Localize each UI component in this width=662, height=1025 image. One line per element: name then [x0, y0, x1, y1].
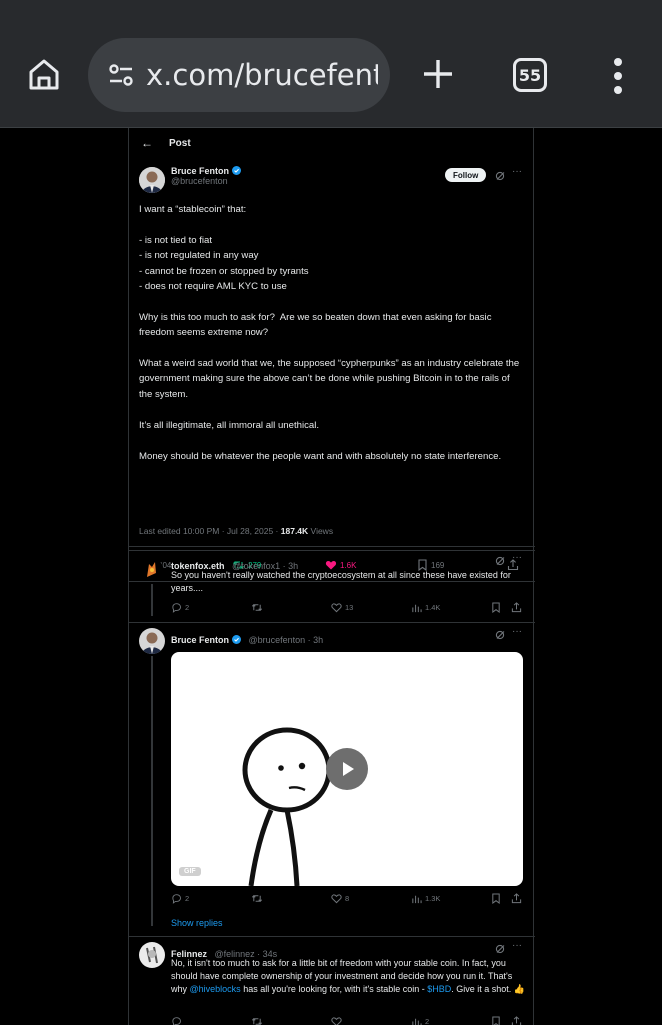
view-count: 187.4K	[280, 526, 309, 536]
grok-icon[interactable]	[495, 630, 505, 640]
back-arrow-icon[interactable]: ←	[141, 136, 153, 150]
bookmark-icon	[492, 602, 500, 613]
gif-media[interactable]: GIF	[171, 652, 523, 886]
author-handle[interactable]: @brucefenton	[171, 176, 241, 186]
reply-text: So you haven't really watched the crypto…	[171, 570, 511, 593]
grok-icon[interactable]	[495, 171, 505, 181]
repost-icon	[251, 604, 263, 611]
reply-action-bar: 2	[171, 1016, 531, 1025]
thread-line	[151, 656, 153, 926]
like-button[interactable]: 13	[331, 602, 353, 613]
post-page: ← Post Bruce Fenton @brucefenton Follow …	[128, 128, 535, 1025]
reply-author-name[interactable]: Bruce Fenton	[171, 635, 229, 645]
post-header: ← Post	[129, 128, 535, 158]
avatar[interactable]	[139, 942, 165, 968]
reply-icon	[172, 603, 181, 613]
page-title: Post	[169, 137, 191, 149]
reply-button[interactable]: 2	[171, 602, 189, 613]
grok-icon[interactable]	[495, 944, 505, 954]
address-bar[interactable]: x.com/brucefentc	[88, 38, 390, 112]
gif-badge: GIF	[179, 867, 201, 876]
verified-badge-icon	[232, 166, 242, 175]
thread-line	[151, 584, 153, 616]
reply-action-bar: 2 8 1.3K	[171, 893, 531, 905]
more-options-icon[interactable]: ···	[512, 626, 522, 637]
repost-button[interactable]	[251, 1016, 266, 1025]
tweet-timestamp: Last edited 10:00 PM · Jul 28, 2025 · 18…	[139, 526, 334, 536]
repost-button[interactable]	[251, 893, 266, 904]
follow-button[interactable]: Follow	[445, 168, 487, 182]
share-button[interactable]	[511, 1016, 525, 1025]
more-options-icon[interactable]: ···	[512, 552, 522, 563]
repost-button[interactable]	[251, 602, 266, 613]
mention-link[interactable]: @hiveblocks	[190, 984, 241, 994]
bookmark-button[interactable]	[491, 602, 504, 613]
grok-icon[interactable]	[495, 556, 505, 566]
analytics-icon	[412, 604, 422, 613]
cashtag-link[interactable]: $HBD	[427, 984, 451, 994]
bookmark-icon	[492, 1016, 500, 1025]
heart-icon	[331, 894, 342, 904]
analytics-icon	[412, 1018, 422, 1025]
more-menu-icon[interactable]	[604, 56, 632, 96]
home-icon[interactable]	[22, 52, 66, 96]
browser-toolbar: x.com/brucefentc 55	[0, 0, 662, 128]
analytics-icon	[412, 895, 422, 904]
reply-icon	[172, 894, 181, 904]
url-text: x.com/brucefentc	[146, 58, 378, 92]
views-button[interactable]: 2	[411, 1016, 429, 1025]
tab-switcher-button[interactable]: 55	[513, 58, 547, 92]
repost-icon	[251, 1018, 263, 1025]
heart-icon	[331, 603, 342, 613]
reply-icon	[172, 1017, 181, 1025]
reply-text: No, it isn't too much to ask for a littl…	[171, 958, 525, 994]
share-icon	[511, 602, 522, 613]
show-replies-link[interactable]: Show replies	[171, 918, 223, 928]
share-button[interactable]	[511, 893, 525, 904]
avatar[interactable]	[139, 167, 165, 193]
site-settings-icon[interactable]	[106, 60, 136, 90]
verified-badge-icon	[232, 635, 242, 644]
tweet-body: I want a “stablecoin” that: - is not tie…	[139, 204, 520, 462]
more-options-icon[interactable]: ···	[512, 940, 522, 951]
divider	[129, 936, 535, 937]
share-icon	[511, 1016, 522, 1025]
bookmark-icon	[492, 893, 500, 904]
avatar[interactable]	[141, 558, 163, 580]
reply-author-meta[interactable]: @brucefenton · 3h	[248, 635, 323, 645]
reply-action-bar: 2 13 1.4K	[171, 602, 531, 614]
share-button[interactable]	[511, 602, 525, 613]
divider	[129, 546, 535, 547]
play-icon[interactable]	[326, 748, 368, 790]
more-options-icon[interactable]: ···	[512, 166, 522, 177]
reply-button[interactable]	[171, 1016, 185, 1025]
divider	[129, 622, 535, 623]
like-button[interactable]	[331, 1016, 345, 1025]
heart-icon	[331, 1017, 342, 1025]
new-tab-icon[interactable]	[418, 54, 458, 94]
avatar[interactable]	[139, 628, 165, 654]
views-button[interactable]: 1.3K	[411, 893, 440, 904]
reply-button[interactable]: 2	[171, 893, 189, 904]
share-icon	[511, 893, 522, 904]
repost-icon	[251, 895, 263, 902]
views-button[interactable]: 1.4K	[411, 602, 440, 613]
bookmark-button[interactable]	[491, 893, 504, 904]
author-name[interactable]: Bruce Fenton	[171, 166, 229, 176]
like-button[interactable]: 8	[331, 893, 349, 904]
bookmark-button[interactable]	[491, 1016, 504, 1025]
